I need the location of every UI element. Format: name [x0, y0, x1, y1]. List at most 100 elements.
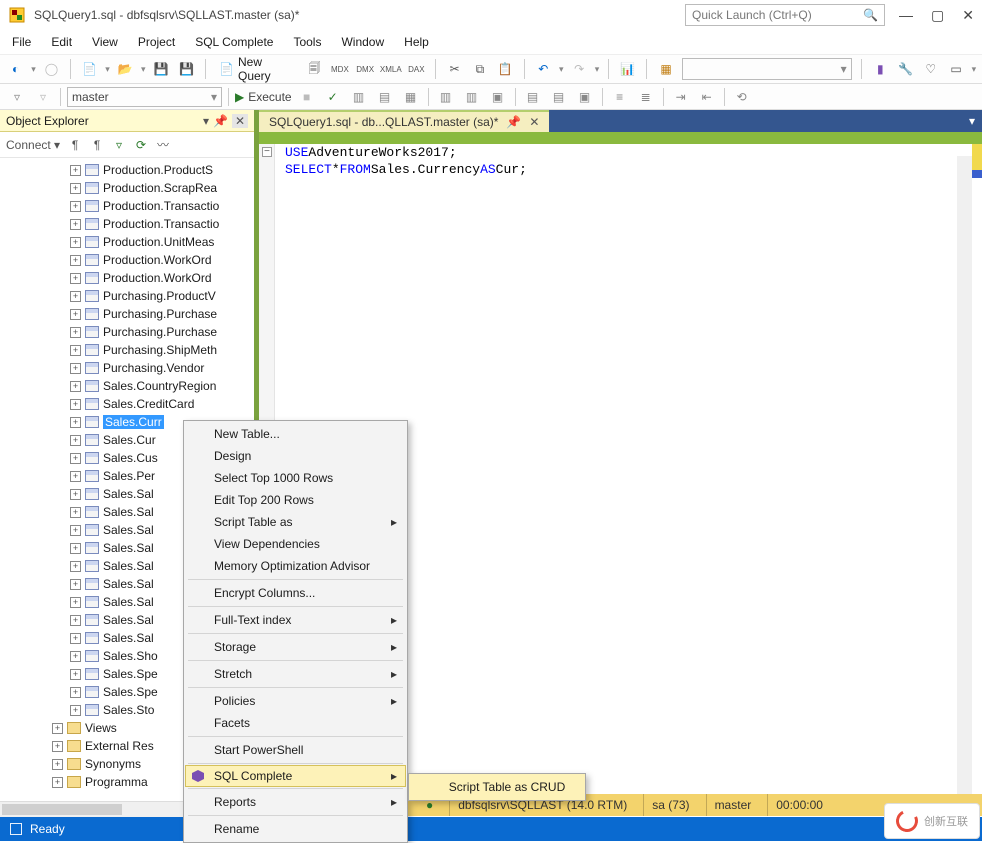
- expand-icon[interactable]: +: [70, 687, 81, 698]
- context-menu-item[interactable]: Facets: [186, 712, 405, 734]
- copy-button[interactable]: ⧉: [470, 59, 489, 79]
- t3-icon[interactable]: ▣: [487, 87, 509, 107]
- tree-table-node[interactable]: +Purchasing.Vendor: [70, 359, 254, 377]
- stop-button[interactable]: ■: [296, 87, 318, 107]
- ext-btn1-icon[interactable]: ▮: [871, 59, 890, 79]
- vertical-scrollbar[interactable]: [957, 156, 972, 805]
- expand-icon[interactable]: +: [70, 399, 81, 410]
- nav-back-button[interactable]: ◐: [6, 59, 25, 79]
- menu-project[interactable]: Project: [138, 35, 175, 49]
- dmx-query-icon[interactable]: DMX: [356, 59, 375, 79]
- expand-icon[interactable]: +: [70, 381, 81, 392]
- submenu-item[interactable]: Script Table as CRUD: [411, 776, 583, 798]
- expand-icon[interactable]: +: [70, 453, 81, 464]
- estimated-plan-icon[interactable]: ▥: [348, 87, 370, 107]
- context-menu-item[interactable]: Script Table as▸: [186, 511, 405, 533]
- tree-table-node[interactable]: +Sales.CountryRegion: [70, 377, 254, 395]
- oe-icon-1[interactable]: ¶: [68, 138, 82, 152]
- context-menu-item[interactable]: Rename: [186, 818, 405, 840]
- expand-icon[interactable]: +: [70, 309, 81, 320]
- context-menu-item[interactable]: Stretch▸: [186, 663, 405, 685]
- tree-table-node[interactable]: +Production.WorkOrd: [70, 251, 254, 269]
- tab-close-button[interactable]: ✕: [529, 115, 539, 129]
- expand-icon[interactable]: +: [70, 345, 81, 356]
- specify-values-icon[interactable]: ⟲: [731, 87, 753, 107]
- tab-pin-icon[interactable]: 📌: [506, 115, 521, 129]
- paste-button[interactable]: 📋: [495, 59, 514, 79]
- menu-file[interactable]: File: [12, 35, 31, 49]
- expand-icon[interactable]: +: [70, 651, 81, 662]
- results-file-icon[interactable]: ▣: [574, 87, 596, 107]
- expand-icon[interactable]: +: [70, 489, 81, 500]
- pin-icon[interactable]: 📌: [213, 114, 228, 128]
- expand-icon[interactable]: +: [70, 471, 81, 482]
- expand-icon[interactable]: +: [70, 273, 81, 284]
- oe-filter-icon[interactable]: ▿: [112, 138, 126, 152]
- expand-icon[interactable]: +: [70, 525, 81, 536]
- db-engine-query-icon[interactable]: 🗐: [305, 59, 324, 79]
- outdent-icon[interactable]: ⇤: [696, 87, 718, 107]
- mdx-query-icon[interactable]: MDX: [330, 59, 349, 79]
- tree-table-node[interactable]: +Purchasing.Purchase: [70, 305, 254, 323]
- open-button[interactable]: 📂: [116, 59, 135, 79]
- expand-icon[interactable]: +: [70, 597, 81, 608]
- tree-table-node[interactable]: +Production.UnitMeas: [70, 233, 254, 251]
- xmla-query-icon[interactable]: XMLA: [381, 59, 401, 79]
- minimize-button[interactable]: —: [899, 7, 913, 24]
- panel-dropdown-icon[interactable]: ▾: [203, 114, 209, 128]
- menu-sql-complete[interactable]: SQL Complete: [195, 35, 273, 49]
- expand-icon[interactable]: +: [70, 417, 81, 428]
- expand-icon[interactable]: +: [70, 255, 81, 266]
- oe-icon-2[interactable]: ¶: [90, 138, 104, 152]
- nav-forward-button[interactable]: ◯: [42, 59, 61, 79]
- new-query-button[interactable]: 📄New Query: [215, 55, 299, 83]
- tree-table-node[interactable]: +Sales.CreditCard: [70, 395, 254, 413]
- expand-icon[interactable]: +: [52, 759, 63, 770]
- expand-icon[interactable]: +: [70, 615, 81, 626]
- save-all-button[interactable]: 💾: [177, 59, 196, 79]
- filter-icon[interactable]: ▿: [6, 87, 28, 107]
- context-menu-item[interactable]: Encrypt Columns...: [186, 582, 405, 604]
- expand-icon[interactable]: +: [52, 741, 63, 752]
- context-menu-item[interactable]: Policies▸: [186, 690, 405, 712]
- wrench-icon[interactable]: 🔧: [896, 59, 915, 79]
- new-item-button[interactable]: 📄: [80, 59, 99, 79]
- context-menu-item[interactable]: New Table...: [186, 423, 405, 445]
- redo-button[interactable]: ↷: [569, 59, 588, 79]
- expand-icon[interactable]: +: [70, 183, 81, 194]
- execute-button[interactable]: ▶Execute: [235, 90, 292, 104]
- include-plan-icon[interactable]: ▦: [400, 87, 422, 107]
- results-text-icon[interactable]: ▤: [548, 87, 570, 107]
- save-button[interactable]: 💾: [152, 59, 171, 79]
- context-menu-item[interactable]: Reports▸: [186, 791, 405, 813]
- menu-view[interactable]: View: [92, 35, 118, 49]
- results-grid-icon[interactable]: ▤: [522, 87, 544, 107]
- intellisense-icon[interactable]: ▥: [435, 87, 457, 107]
- connect-button[interactable]: Connect ▾: [6, 138, 60, 152]
- t2-icon[interactable]: ▥: [461, 87, 483, 107]
- context-menu-item[interactable]: Memory Optimization Advisor: [186, 555, 405, 577]
- expand-icon[interactable]: +: [52, 777, 63, 788]
- context-menu-item[interactable]: View Dependencies: [186, 533, 405, 555]
- undo-button[interactable]: ↶: [534, 59, 553, 79]
- expand-icon[interactable]: +: [70, 705, 81, 716]
- menu-tools[interactable]: Tools: [293, 35, 321, 49]
- indent-icon[interactable]: ⇥: [670, 87, 692, 107]
- activity-monitor-icon[interactable]: 📊: [618, 59, 637, 79]
- tree-table-node[interactable]: +Production.ScrapRea: [70, 179, 254, 197]
- context-menu-item[interactable]: Storage▸: [186, 636, 405, 658]
- expand-icon[interactable]: +: [70, 165, 81, 176]
- context-menu-item[interactable]: Full-Text index▸: [186, 609, 405, 631]
- dax-query-icon[interactable]: DAX: [407, 59, 426, 79]
- tree-table-node[interactable]: +Production.Transactio: [70, 197, 254, 215]
- expand-icon[interactable]: +: [70, 561, 81, 572]
- expand-icon[interactable]: +: [70, 633, 81, 644]
- expand-icon[interactable]: +: [70, 237, 81, 248]
- tree-table-node[interactable]: +Purchasing.ShipMeth: [70, 341, 254, 359]
- context-menu-item[interactable]: Start PowerShell: [186, 739, 405, 761]
- tree-table-node[interactable]: +Production.WorkOrd: [70, 269, 254, 287]
- window-icon[interactable]: ▭: [946, 59, 965, 79]
- comment-icon[interactable]: ≡: [609, 87, 631, 107]
- fold-minus-icon[interactable]: −: [262, 147, 272, 157]
- tables-icon[interactable]: ▦: [656, 59, 675, 79]
